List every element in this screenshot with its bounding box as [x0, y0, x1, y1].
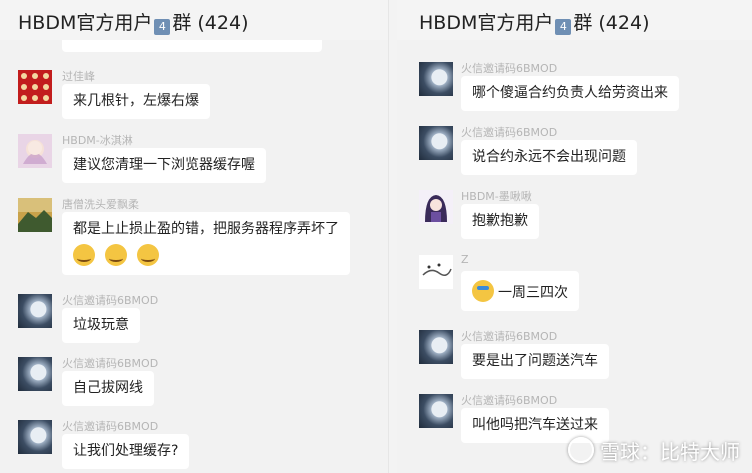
message-bubble[interactable]: 都是上止损止盈的错，把服务器程序弄坏了 [62, 212, 350, 275]
laugh-cry-emoji [137, 244, 159, 266]
message-bubble[interactable]: 垃圾玩意 [62, 308, 140, 343]
group-name: HBDM官方用户 [18, 12, 153, 34]
message-bubble[interactable]: 要是出了问题送汽车 [461, 344, 609, 379]
message-text: 叫他吗把汽车送过来 [472, 417, 598, 433]
landscape-avatar[interactable] [18, 198, 52, 232]
sender-name: 火信邀请码6BMOD [461, 394, 558, 407]
sender-name: 火信邀请码6BMOD [461, 330, 558, 343]
chat-panel-left: HBDM官方用户 4 群 (424) 过佳峰 来几根针，左爆右爆 HBDM-冰淇… [0, 0, 389, 473]
message-text: 自己拔网线 [73, 380, 143, 396]
message-bubble[interactable]: 哪个傻逼合约负责人给劳资出来 [461, 76, 679, 111]
message-bubble[interactable]: 来几根针，左爆右爆 [62, 84, 210, 119]
red-pattern-avatar[interactable] [18, 70, 52, 104]
anime-girl-avatar[interactable] [419, 190, 453, 224]
sender-name: HBDM-墨啾啾 [461, 190, 532, 203]
message-text: 来几根针，左爆右爆 [73, 93, 199, 109]
laugh-cry-emoji [105, 244, 127, 266]
group-title[interactable]: HBDM官方用户 4 群 (424) [18, 8, 249, 35]
moon-avatar[interactable] [419, 394, 453, 428]
group-name: HBDM官方用户 [419, 12, 554, 34]
sender-name: 火信邀请码6BMOD [62, 294, 159, 307]
group-member-count: 群 (424) [573, 12, 650, 34]
chat-header: HBDM官方用户 4 群 (424) [397, 0, 752, 40]
sender-name: 火信邀请码6BMOD [62, 357, 159, 370]
moon-avatar[interactable] [18, 357, 52, 391]
cartoon-girl-avatar[interactable] [18, 134, 52, 168]
laugh-cry-emoji [73, 244, 95, 266]
moon-avatar[interactable] [18, 420, 52, 454]
message-text: 一周三四次 [498, 285, 568, 301]
sweat-emoji [472, 280, 494, 302]
emoji-row [73, 244, 339, 266]
group-number-badge: 4 [555, 19, 572, 35]
message-text: 要是出了问题送汽车 [472, 353, 598, 369]
moon-avatar[interactable] [18, 294, 52, 328]
group-number-badge: 4 [154, 19, 171, 35]
sketch-avatar[interactable] [419, 255, 453, 289]
message-bubble[interactable]: 抱歉抱歉 [461, 204, 539, 239]
chat-header: HBDM官方用户 4 群 (424) [0, 0, 388, 40]
watermark: 雪球：比特大师 [568, 436, 740, 465]
message-text: 抱歉抱歉 [472, 213, 528, 229]
sender-name: 过佳峰 [62, 70, 95, 83]
message-bubble[interactable]: 自己拔网线 [62, 371, 154, 406]
sender-name: Z [461, 253, 469, 266]
sender-name: HBDM-冰淇淋 [62, 134, 133, 147]
message-bubble[interactable]: 说合约永远不会出现问题 [461, 140, 637, 175]
message-text: 让我们处理缓存? [73, 443, 179, 459]
sender-name: 火信邀请码6BMOD [461, 62, 558, 75]
sender-name: 火信邀请码6BMOD [62, 420, 159, 433]
moon-avatar[interactable] [419, 126, 453, 160]
message-bubble[interactable]: 建议您清理一下浏览器缓存喔 [62, 148, 266, 183]
previous-message-bubble [62, 40, 322, 52]
group-member-count: 群 (424) [172, 12, 249, 34]
watermark-text: 雪球：比特大师 [600, 440, 740, 464]
snowball-logo-icon [568, 437, 594, 463]
message-text: 都是上止损止盈的错，把服务器程序弄坏了 [73, 221, 339, 237]
message-bubble[interactable]: 让我们处理缓存? [62, 434, 190, 469]
moon-avatar[interactable] [419, 330, 453, 364]
message-text: 说合约永远不会出现问题 [472, 149, 626, 165]
sender-name: 火信邀请码6BMOD [461, 126, 558, 139]
message-text: 建议您清理一下浏览器缓存喔 [73, 157, 255, 173]
sender-name: 唐僧洗头爱飘柔 [62, 198, 139, 211]
moon-avatar[interactable] [419, 62, 453, 96]
message-text: 哪个傻逼合约负责人给劳资出来 [472, 85, 668, 101]
chat-panel-right: HBDM官方用户 4 群 (424) 火信邀请码6BMOD 哪个傻逼合约负责人给劳资… [397, 0, 752, 473]
message-text: 垃圾玩意 [73, 317, 129, 333]
message-bubble[interactable]: 一周三四次 [461, 271, 579, 311]
group-title[interactable]: HBDM官方用户 4 群 (424) [419, 8, 650, 35]
